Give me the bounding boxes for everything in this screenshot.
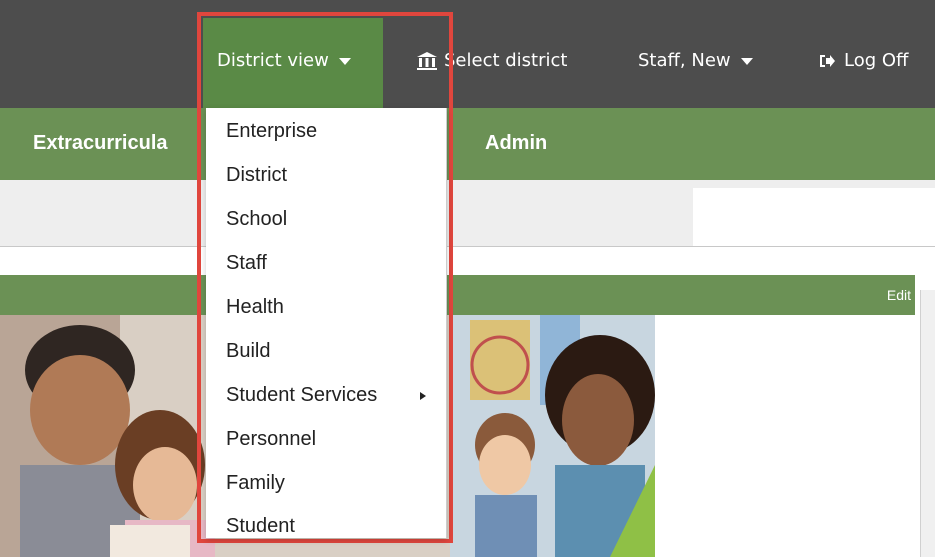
select-district-label: Select district (444, 50, 568, 71)
menu-item-student[interactable]: Student (226, 515, 295, 538)
nav-item-extracurricular[interactable]: Extracurricula (33, 132, 168, 155)
menu-item-staff[interactable]: Staff (226, 252, 267, 275)
menu-item-district[interactable]: District (226, 164, 287, 187)
sub-toolbar (0, 180, 935, 247)
nav-item-admin[interactable]: Admin (485, 132, 547, 155)
bank-building-icon (417, 51, 437, 70)
top-header-bar: District view Select district Staff, New… (0, 0, 935, 108)
student-services-label: Student Services (226, 384, 378, 406)
submenu-arrow-icon (420, 392, 426, 400)
panel-header: Edit (0, 275, 915, 315)
menu-item-personnel[interactable]: Personnel (226, 428, 316, 451)
user-menu-button[interactable]: Staff, New (638, 50, 753, 71)
menu-item-school[interactable]: School (226, 208, 287, 231)
logoff-label: Log Off (844, 50, 909, 71)
edit-link[interactable]: Edit (887, 287, 911, 303)
logoff-button[interactable]: Log Off (818, 50, 908, 71)
menu-item-family[interactable]: Family (226, 472, 285, 495)
district-view-label: District view (217, 50, 329, 71)
user-name-label: Staff, New (638, 50, 731, 71)
toolbar-blank-area (693, 188, 935, 246)
logout-arrow-icon (820, 54, 835, 67)
menu-item-enterprise[interactable]: Enterprise (226, 120, 317, 143)
menu-item-health[interactable]: Health (226, 296, 284, 319)
district-view-menu-button[interactable]: District view (217, 50, 351, 71)
menu-item-student-services[interactable]: Student Services (226, 384, 436, 407)
chevron-down-icon (338, 58, 351, 65)
menu-item-build[interactable]: Build (226, 340, 270, 363)
select-district-button[interactable]: Select district (416, 50, 567, 71)
scrollbar[interactable] (920, 290, 935, 557)
chevron-down-icon (740, 58, 753, 65)
district-view-dropdown: Enterprise District School Staff Health … (206, 108, 447, 538)
